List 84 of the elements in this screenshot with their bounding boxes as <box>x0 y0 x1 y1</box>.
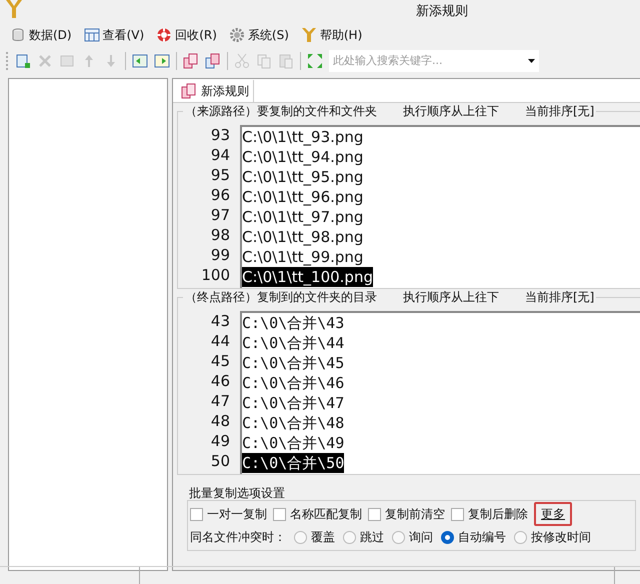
path-item[interactable]: C:\0\合并\48 <box>242 413 344 433</box>
path-list[interactable]: C:\0\合并\43 C:\0\合并\44 C:\0\合并\45 C:\0\合并\46 C:\0\合并\47 C:\0\合并\48 C:\0\合并\49 C:\0\合并\50 <box>240 311 640 474</box>
line-number: 44 <box>210 331 230 351</box>
radio-button[interactable] <box>441 530 454 544</box>
menu-item[interactable]: 查看(V) <box>84 26 144 44</box>
search-field[interactable]: 此处输入搜索关键字... <box>333 52 528 70</box>
path-item[interactable]: C:\0\1\tt_97.png <box>242 207 364 227</box>
checkbox-option[interactable]: 名称匹配复制 <box>273 505 362 523</box>
line-number: 99 <box>210 245 230 265</box>
line-number: 98 <box>210 225 230 245</box>
path-item[interactable]: C:\0\1\tt_100.png <box>242 267 373 287</box>
path-item[interactable]: C:\0\合并\49 <box>242 433 344 453</box>
checkbox-option[interactable]: 复制前清空 <box>368 505 445 523</box>
path-item[interactable]: C:\0\1\tt_98.png <box>242 227 364 247</box>
lifebuoy-icon <box>156 27 172 43</box>
radio-button[interactable] <box>514 530 527 544</box>
line-number: 48 <box>210 411 230 431</box>
line-number: 100 <box>201 265 230 285</box>
more-button[interactable]: 更多 <box>534 502 572 526</box>
path-item[interactable]: C:\0\合并\47 <box>242 393 344 413</box>
checkbox[interactable] <box>273 508 286 520</box>
path-item[interactable]: C:\0\合并\43 <box>242 313 344 333</box>
order-label: 执行顺序从上往下 <box>403 289 499 305</box>
expand-icon[interactable] <box>307 53 323 69</box>
line-number: 97 <box>210 205 230 225</box>
path-item[interactable]: C:\0\1\tt_96.png <box>242 187 364 207</box>
radio-option[interactable]: 按修改时间 <box>514 528 591 546</box>
menu-item[interactable]: 系统(S) <box>228 26 289 44</box>
checkbox[interactable] <box>451 508 464 520</box>
checkbox-option[interactable]: 一对一复制 <box>190 505 267 523</box>
line-number: 47 <box>210 391 230 411</box>
pages-icon <box>181 83 197 99</box>
menu-item[interactable]: 回收(R) <box>156 26 217 44</box>
path-list[interactable]: C:\0\1\tt_93.png C:\0\1\tt_94.png C:\0\1\tt_95.png C:\0\1\tt_96.png C:\0\1\tt_97.png C:\0\1\tt_98.png C:\0\1\tt_99.png C:\0\1\tt_100.png <box>240 125 640 288</box>
export-icon[interactable] <box>154 53 170 69</box>
path-item[interactable]: C:\0\合并\50 <box>242 453 344 473</box>
conflict-label: 同名文件冲突时： <box>190 529 286 546</box>
path-item[interactable]: C:\0\1\tt_94.png <box>242 147 364 167</box>
y-logo-icon <box>300 27 317 43</box>
new-file-icon[interactable] <box>15 53 31 69</box>
line-number: 94 <box>210 145 230 165</box>
group-title: （终点路径）复制到的文件夹的目录 <box>185 289 377 305</box>
line-number: 43 <box>210 311 230 331</box>
menu-item[interactable]: 帮助(H) <box>300 26 362 44</box>
line-number: 46 <box>210 371 230 391</box>
checkbox-option[interactable]: 复制后删除 <box>451 505 528 523</box>
radio-button[interactable] <box>294 530 307 544</box>
options-title: 批量复制选项设置 <box>189 485 286 500</box>
import-icon[interactable] <box>132 53 148 69</box>
path-item[interactable]: C:\0\合并\46 <box>242 373 344 393</box>
radio-option[interactable]: 自动编号 <box>441 528 506 546</box>
radio-option[interactable]: 覆盖 <box>294 528 335 546</box>
menu-item[interactable]: 数据(D) <box>10 26 72 44</box>
line-number: 93 <box>210 125 230 145</box>
path-item[interactable]: C:\0\合并\45 <box>242 353 344 373</box>
path-item[interactable]: C:\0\合并\44 <box>242 333 344 353</box>
line-number: 45 <box>210 351 230 371</box>
paste-icon[interactable] <box>205 53 221 69</box>
line-number: 50 <box>210 451 230 471</box>
gear-icon <box>228 27 245 43</box>
radio-button[interactable] <box>343 530 356 544</box>
path-item[interactable]: C:\0\1\tt_93.png <box>242 127 364 147</box>
order-label: 执行顺序从上往下 <box>403 103 499 119</box>
search-combobox[interactable]: 此处输入搜索关键字... <box>329 50 539 72</box>
path-item[interactable]: C:\0\1\tt_95.png <box>242 167 364 187</box>
radio-option[interactable]: 跳过 <box>343 528 384 546</box>
sort-label: 当前排序[无] <box>525 289 594 305</box>
path-item[interactable]: C:\0\1\tt_99.png <box>242 247 364 267</box>
line-number: 96 <box>210 185 230 205</box>
database-icon <box>10 27 26 43</box>
sort-label: 当前排序[无] <box>525 103 594 119</box>
line-number: 49 <box>210 431 230 451</box>
radio-button[interactable] <box>392 530 405 544</box>
dropdown-caret-icon[interactable] <box>528 59 535 63</box>
table-icon <box>84 27 100 43</box>
toolbar-grip <box>6 52 9 70</box>
radio-option[interactable]: 询问 <box>392 528 433 546</box>
group-title: （来源路径）要复制的文件和文件夹 <box>185 103 377 119</box>
line-number: 95 <box>210 165 230 185</box>
window-title: 新添规则 <box>416 3 468 22</box>
copy-icon[interactable] <box>183 53 199 69</box>
logo-icon <box>4 0 24 20</box>
checkbox[interactable] <box>368 508 381 520</box>
checkbox[interactable] <box>190 508 203 520</box>
